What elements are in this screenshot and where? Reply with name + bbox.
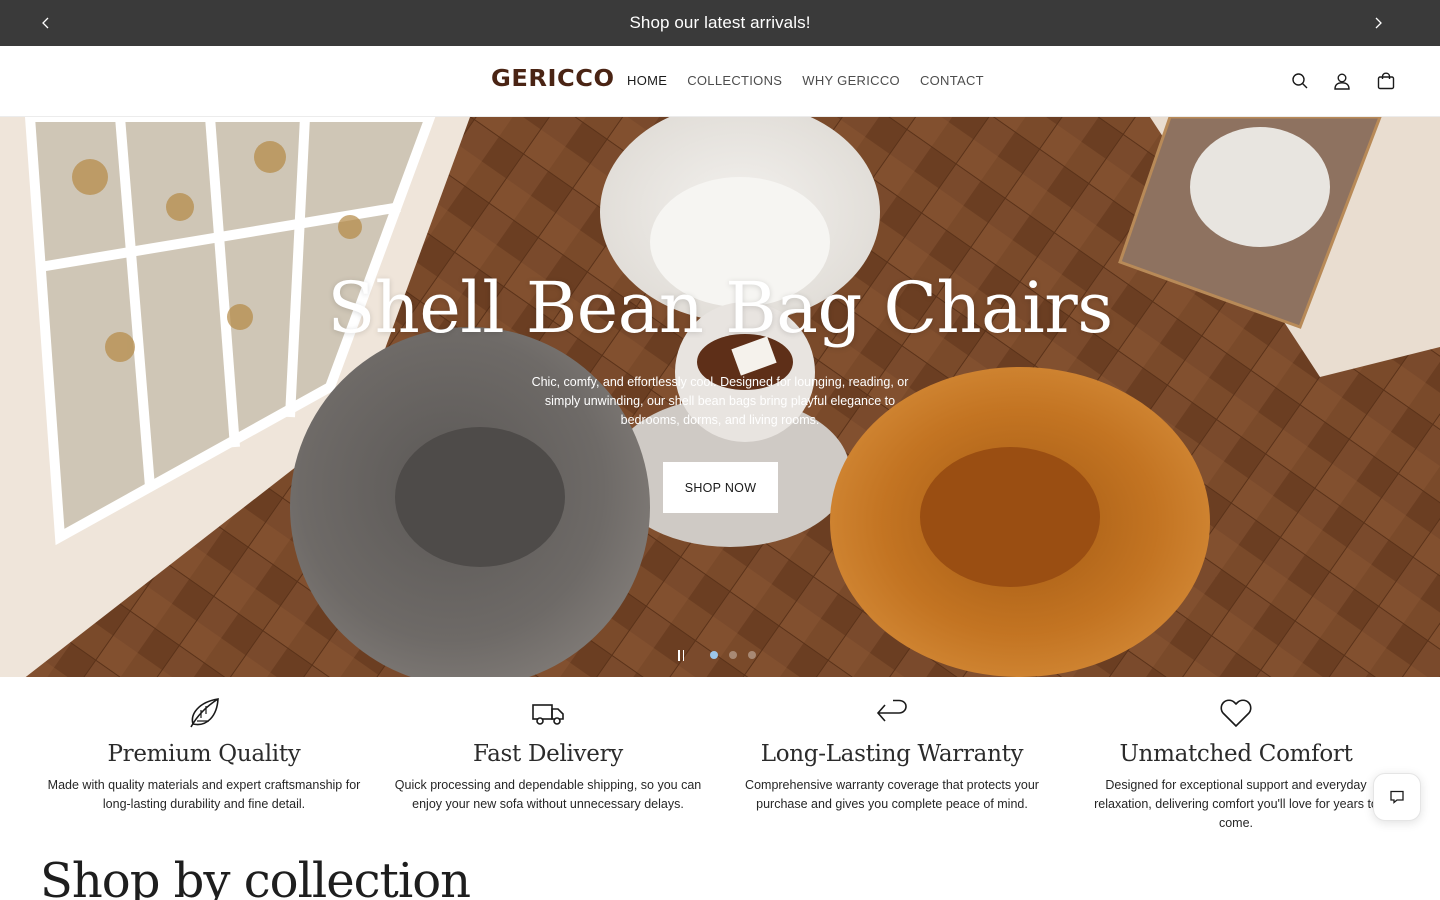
chevron-right-icon — [1375, 17, 1382, 29]
feature-description: Designed for exceptional support and eve… — [1094, 778, 1378, 830]
feature-title: Premium Quality — [107, 741, 301, 767]
site-header: GERICCO HOME COLLECTIONS WHY GERICCO CON… — [0, 46, 1440, 117]
announcement-bar: Shop our latest arrivals! — [0, 0, 1440, 46]
main-nav: HOME COLLECTIONS WHY GERICCO CONTACT — [617, 73, 994, 88]
cart-icon — [1377, 72, 1395, 90]
hero-subtitle: Chic, comfy, and effortlessly cool. Desi… — [531, 375, 909, 427]
feature-title: Unmatched Comfort — [1119, 741, 1353, 767]
shop-now-button[interactable]: SHOP NOW — [663, 462, 778, 513]
nav-contact[interactable]: CONTACT — [910, 73, 994, 88]
chat-bubble-icon — [1390, 790, 1404, 804]
cart-button[interactable] — [1375, 70, 1397, 92]
return-arrow-icon — [876, 699, 907, 722]
account-icon — [1334, 73, 1350, 90]
slider-controls — [672, 648, 767, 662]
feature-description: Made with quality materials and expert c… — [47, 778, 361, 811]
slider-dot-1[interactable] — [710, 651, 718, 659]
leaf-icon — [190, 698, 219, 728]
announcement-text: Shop our latest arrivals! — [629, 13, 811, 32]
pause-icon-bar — [682, 649, 684, 661]
heart-icon — [1220, 699, 1252, 728]
nav-home[interactable]: HOME — [617, 73, 677, 88]
feature-title: Long-Lasting Warranty — [760, 741, 1024, 767]
feature-title: Fast Delivery — [473, 741, 623, 767]
section-heading-shop-by-collection: Shop by collection — [40, 853, 471, 900]
nav-why-gericco[interactable]: WHY GERICCO — [792, 73, 910, 88]
slider-dot-2[interactable] — [729, 651, 737, 659]
account-button[interactable] — [1331, 70, 1353, 92]
nav-collections[interactable]: COLLECTIONS — [677, 73, 792, 88]
announcement-prev-button[interactable] — [36, 13, 56, 33]
search-button[interactable] — [1289, 70, 1311, 92]
announcement-next-button[interactable] — [1368, 13, 1388, 33]
feature-description: Comprehensive warranty coverage that pro… — [745, 778, 1039, 811]
truck-icon — [532, 704, 564, 725]
chat-button[interactable] — [1373, 773, 1421, 821]
feature-description: Quick processing and dependable shipping… — [394, 778, 702, 811]
slider-pause-button[interactable] — [672, 648, 690, 662]
features-section: Premium Quality Made with quality materi… — [0, 677, 1440, 837]
hero-title: Shell Bean Bag Chairs — [327, 267, 1113, 349]
search-icon — [1292, 73, 1308, 89]
hero-banner: Shell Bean Bag Chairs Chic, comfy, and e… — [0, 117, 1440, 677]
pause-icon-bar — [678, 649, 680, 661]
chevron-left-icon — [42, 17, 49, 29]
logo[interactable]: GERICCO — [491, 66, 615, 92]
slider-dot-3[interactable] — [748, 651, 756, 659]
